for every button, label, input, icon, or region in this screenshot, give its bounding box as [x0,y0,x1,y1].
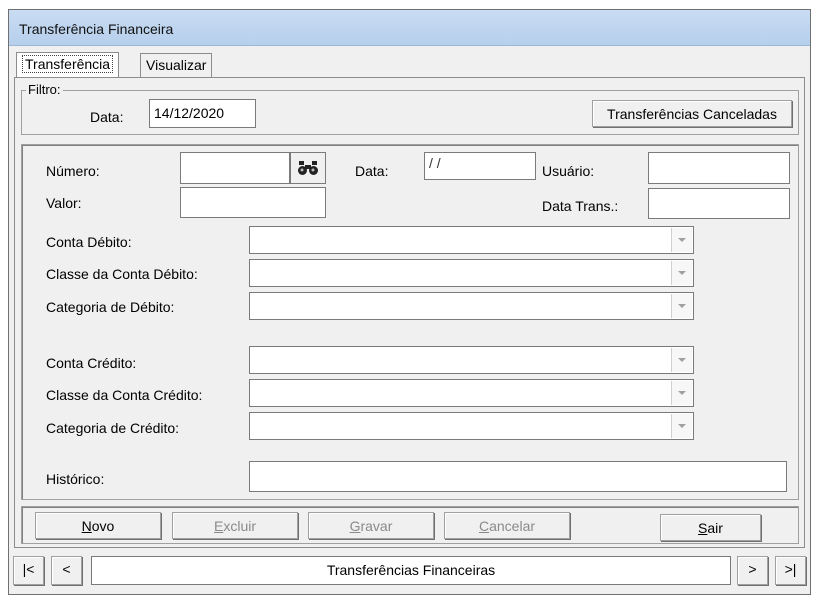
search-button[interactable] [290,152,326,184]
categoria-debito-label: Categoria de Débito: [46,299,175,315]
chevron-down-icon [678,391,686,395]
tab-visualizar-label: Visualizar [146,57,207,73]
novo-label: ovo [91,518,115,534]
valor-label: Valor: [46,195,82,211]
chevron-down-icon [678,238,686,242]
categoria-credito-dropdown-button[interactable] [671,414,692,438]
chevron-down-icon [678,358,686,362]
classe-debito-label: Classe da Conta Débito: [46,266,198,282]
usuario-input[interactable] [648,152,790,184]
window-title: Transferência Financeira [19,21,174,37]
data-label: Data: [355,163,389,179]
chevron-down-icon [678,424,686,428]
classe-credito-select[interactable] [249,379,694,407]
novo-button[interactable]: Novo [35,512,161,539]
chevron-down-icon [678,271,686,275]
excluir-button[interactable]: Excluir [172,512,298,539]
valor-input[interactable] [180,187,326,218]
categoria-credito-label: Categoria de Crédito: [46,420,180,436]
conta-debito-dropdown-button[interactable] [671,228,692,252]
tab-transferencia[interactable]: Transferência [16,52,120,78]
data-trans-label: Data Trans.: [542,198,619,214]
cancelar-button[interactable]: Cancelar [444,512,570,539]
app-window: Transferência Financeira Transferência V… [8,9,811,595]
canceled-transfers-button[interactable]: Transferências Canceladas [592,100,792,127]
classe-credito-label: Classe da Conta Crédito: [46,387,203,403]
numero-label: Número: [46,163,100,179]
classe-debito-select[interactable] [249,259,694,287]
conta-debito-label: Conta Débito: [46,234,132,250]
conta-credito-dropdown-button[interactable] [671,348,692,372]
gravar-button[interactable]: Gravar [308,512,434,539]
gravar-accel: G [349,518,361,534]
classe-debito-dropdown-button[interactable] [671,261,692,285]
filter-legend: Filtro: [26,82,63,97]
data-trans-input[interactable] [648,188,790,219]
chevron-down-icon [678,304,686,308]
categoria-debito-select[interactable] [249,292,694,320]
conta-debito-select[interactable] [249,226,694,254]
filter-groupbox: Filtro: Data: 14/12/2020 Transferências … [21,82,799,135]
conta-credito-select[interactable] [249,346,694,374]
classe-credito-dropdown-button[interactable] [671,381,692,405]
binoculars-icon [298,161,318,175]
categoria-debito-dropdown-button[interactable] [671,294,692,318]
nav-prev-button[interactable]: < [51,556,82,585]
cancelar-label: ancelar [489,518,536,534]
filter-date-label: Data: [90,109,124,125]
title-bar: Transferência Financeira [9,10,810,46]
filter-date-input[interactable]: 14/12/2020 [149,99,256,128]
excluir-accel: E [213,518,224,534]
nav-first-button[interactable]: |< [13,556,44,585]
nav-caption: Transferências Financeiras [91,556,731,585]
historico-label: Histórico: [46,471,105,487]
tab-visualizar[interactable]: Visualizar [140,53,213,78]
tab-transferencia-label: Transferência [22,55,114,73]
gravar-label: ravar [360,518,393,534]
nav-last-button[interactable]: >| [775,556,806,585]
historico-input[interactable] [249,461,787,492]
actions-panel: Novo Excluir Gravar Cancelar Sair [21,506,799,544]
numero-input[interactable] [180,152,290,184]
nav-next-button[interactable]: > [737,556,768,585]
novo-accel: N [81,518,92,534]
cancelar-accel: C [478,518,490,534]
form-panel: Número: Data: / / Usuário: Valor: Data T… [21,144,799,500]
sair-label: air [707,520,723,536]
sair-button[interactable]: Sair [660,514,761,541]
categoria-credito-select[interactable] [249,412,694,440]
excluir-label: xcluir [223,518,256,534]
sair-accel: S [698,520,708,536]
tab-page: Filtro: Data: 14/12/2020 Transferências … [14,77,805,548]
conta-credito-label: Conta Crédito: [46,355,137,371]
data-input[interactable]: / / [424,152,536,180]
usuario-label: Usuário: [542,163,595,179]
